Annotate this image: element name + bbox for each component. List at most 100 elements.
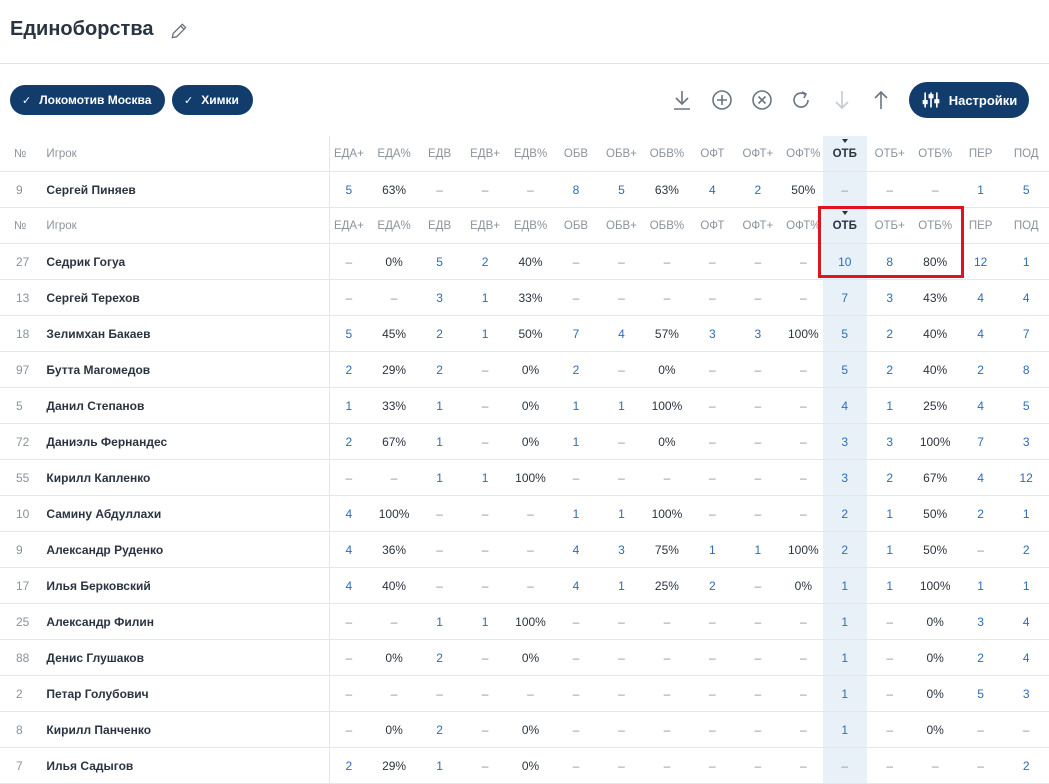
column-header[interactable]: ПОД bbox=[1003, 136, 1049, 172]
stat-cell[interactable]: 5 bbox=[1003, 387, 1049, 424]
player-name[interactable]: Александр Руденко bbox=[40, 531, 330, 568]
add-circle-icon[interactable] bbox=[710, 88, 734, 112]
table-row[interactable]: 9 Сергей Пиняев 5 63% – – –8 5 63% 4 2 50% – – –1 5 bbox=[0, 171, 1049, 208]
stat-cell[interactable]: 2 bbox=[328, 351, 368, 388]
stat-cell[interactable]: 3 bbox=[822, 423, 867, 460]
stat-cell[interactable]: 2 bbox=[957, 495, 1004, 532]
column-header[interactable]: ОБВ bbox=[549, 207, 603, 244]
player-name[interactable]: Денис Глушаков bbox=[40, 639, 330, 676]
stat-cell[interactable]: 1 bbox=[822, 639, 867, 676]
stat-cell[interactable]: 7 bbox=[822, 279, 867, 316]
column-header[interactable]: ЕДВ+ bbox=[458, 207, 512, 244]
column-header[interactable]: ПОД bbox=[1003, 207, 1049, 244]
stat-cell[interactable]: 3 bbox=[1003, 423, 1049, 460]
column-header[interactable]: ОТБ bbox=[822, 207, 867, 244]
column-header[interactable]: ЕДВ+ bbox=[458, 136, 512, 172]
stat-cell[interactable]: 5 bbox=[602, 171, 641, 208]
player-name[interactable]: Сергей Пиняев bbox=[40, 171, 330, 208]
stat-cell[interactable]: 10 bbox=[822, 243, 867, 280]
stat-cell[interactable]: 4 bbox=[957, 387, 1004, 424]
stat-cell[interactable]: 1 bbox=[549, 387, 603, 424]
player-name[interactable]: Седрик Гогуа bbox=[40, 243, 330, 280]
stat-cell[interactable]: 1 bbox=[602, 495, 641, 532]
stat-cell[interactable]: 2 bbox=[731, 171, 785, 208]
stat-cell[interactable]: 2 bbox=[866, 315, 913, 352]
stat-cell[interactable]: 4 bbox=[328, 531, 368, 568]
stat-cell[interactable]: 1 bbox=[458, 459, 512, 496]
stat-cell[interactable]: 4 bbox=[957, 315, 1004, 352]
table-row[interactable]: 25 Александр Филин – –1 1 100% – – – – – –1–0% 3 4 bbox=[0, 603, 1049, 640]
stat-cell[interactable]: 1 bbox=[866, 495, 913, 532]
stat-cell[interactable]: 5 bbox=[822, 315, 867, 352]
settings-button[interactable]: Настройки bbox=[909, 82, 1029, 118]
remove-circle-icon[interactable] bbox=[750, 88, 774, 112]
stat-cell[interactable]: 5 bbox=[1003, 171, 1049, 208]
column-header[interactable]: ЕДА% bbox=[367, 207, 421, 244]
player-name[interactable]: Илья Берковский bbox=[40, 567, 330, 604]
stat-cell[interactable]: 2 bbox=[866, 351, 913, 388]
table-row[interactable]: 10 Самину Абдуллахи 4 100% – – –1 1 100% – – –2 1 50%… bbox=[0, 495, 1049, 532]
column-header[interactable]: ОФТ bbox=[693, 207, 732, 244]
stat-cell[interactable]: 1 bbox=[1003, 495, 1049, 532]
stat-cell[interactable]: 5 bbox=[822, 351, 867, 388]
stat-cell[interactable]: 1 bbox=[458, 279, 512, 316]
stat-cell[interactable]: 2 bbox=[420, 711, 459, 748]
stat-cell[interactable]: 1 bbox=[420, 387, 459, 424]
stat-cell[interactable]: 4 bbox=[1003, 639, 1049, 676]
column-header[interactable]: ОБВ% bbox=[640, 207, 694, 244]
stat-cell[interactable]: 3 bbox=[957, 603, 1004, 640]
player-name[interactable]: Илья Садыгов bbox=[40, 747, 330, 784]
player-name[interactable]: Сергей Терехов bbox=[40, 279, 330, 316]
stat-cell[interactable]: 2 bbox=[822, 495, 867, 532]
column-header[interactable]: ОБВ bbox=[549, 136, 603, 172]
table-row[interactable]: 5 Данил Степанов 1 33% 1–0% 1 1 100% – – –4 1 25% 4 5 bbox=[0, 387, 1049, 424]
stat-cell[interactable]: 4 bbox=[957, 459, 1004, 496]
stat-cell[interactable]: 7 bbox=[549, 315, 603, 352]
table-row[interactable]: 72 Даниэль Фернандес 2 67% 1–0% 1–0% – – –3 3 100%… bbox=[0, 423, 1049, 460]
stat-cell[interactable]: 7 bbox=[957, 423, 1004, 460]
stat-cell[interactable]: 3 bbox=[822, 459, 867, 496]
stat-cell[interactable]: 2 bbox=[328, 747, 368, 784]
stat-cell[interactable]: 3 bbox=[420, 279, 459, 316]
stat-cell[interactable]: 1 bbox=[602, 387, 641, 424]
stat-cell[interactable]: 1 bbox=[1003, 243, 1049, 280]
stat-cell[interactable]: 2 bbox=[420, 639, 459, 676]
player-name[interactable]: Петар Голубович bbox=[40, 675, 330, 712]
column-header[interactable]: ЕДВ bbox=[420, 207, 459, 244]
stat-cell[interactable]: 1 bbox=[731, 531, 785, 568]
arrow-down-icon[interactable] bbox=[830, 88, 854, 112]
column-header[interactable]: ПЕР bbox=[957, 207, 1004, 244]
stat-cell[interactable]: 1 bbox=[549, 495, 603, 532]
stat-cell[interactable]: 1 bbox=[822, 675, 867, 712]
stat-cell[interactable]: 2 bbox=[328, 423, 368, 460]
stat-cell[interactable]: 5 bbox=[328, 315, 368, 352]
refresh-icon[interactable] bbox=[789, 88, 813, 112]
stat-cell[interactable]: 1 bbox=[458, 315, 512, 352]
stat-cell[interactable]: 7 bbox=[1003, 315, 1049, 352]
stat-cell[interactable]: 1 bbox=[957, 567, 1004, 604]
stat-cell[interactable]: 4 bbox=[328, 567, 368, 604]
column-header[interactable]: ОФТ bbox=[693, 136, 732, 172]
stat-cell[interactable]: 2 bbox=[957, 639, 1004, 676]
stat-cell[interactable]: 4 bbox=[328, 495, 368, 532]
stat-cell[interactable]: 4 bbox=[549, 567, 603, 604]
column-header[interactable]: ОТБ% bbox=[912, 136, 958, 172]
stat-cell[interactable]: 8 bbox=[866, 243, 913, 280]
column-header[interactable]: ПЕР bbox=[957, 136, 1004, 172]
table-row[interactable]: 18 Зелимхан Бакаев 5 45% 2 1 50% 7 4 57% 3 3 100% 5 2 4… bbox=[0, 315, 1049, 352]
stat-cell[interactable]: 3 bbox=[731, 315, 785, 352]
stat-cell[interactable]: 5 bbox=[328, 171, 368, 208]
stat-cell[interactable]: 2 bbox=[1003, 747, 1049, 784]
stat-cell[interactable]: 4 bbox=[549, 531, 603, 568]
player-name[interactable]: Самину Абдуллахи bbox=[40, 495, 330, 532]
column-header[interactable]: ОТБ% bbox=[912, 207, 958, 244]
column-header[interactable]: ЕДВ bbox=[420, 136, 459, 172]
stat-cell[interactable]: 5 bbox=[957, 675, 1004, 712]
stat-cell[interactable]: 1 bbox=[693, 531, 732, 568]
stat-cell[interactable]: 1 bbox=[866, 567, 913, 604]
stat-cell[interactable]: 4 bbox=[822, 387, 867, 424]
player-name[interactable]: Даниэль Фернандес bbox=[40, 423, 330, 460]
column-header[interactable]: ОФТ% bbox=[784, 207, 823, 244]
column-header[interactable]: ЕДВ% bbox=[511, 136, 550, 172]
stat-cell[interactable]: 2 bbox=[420, 351, 459, 388]
